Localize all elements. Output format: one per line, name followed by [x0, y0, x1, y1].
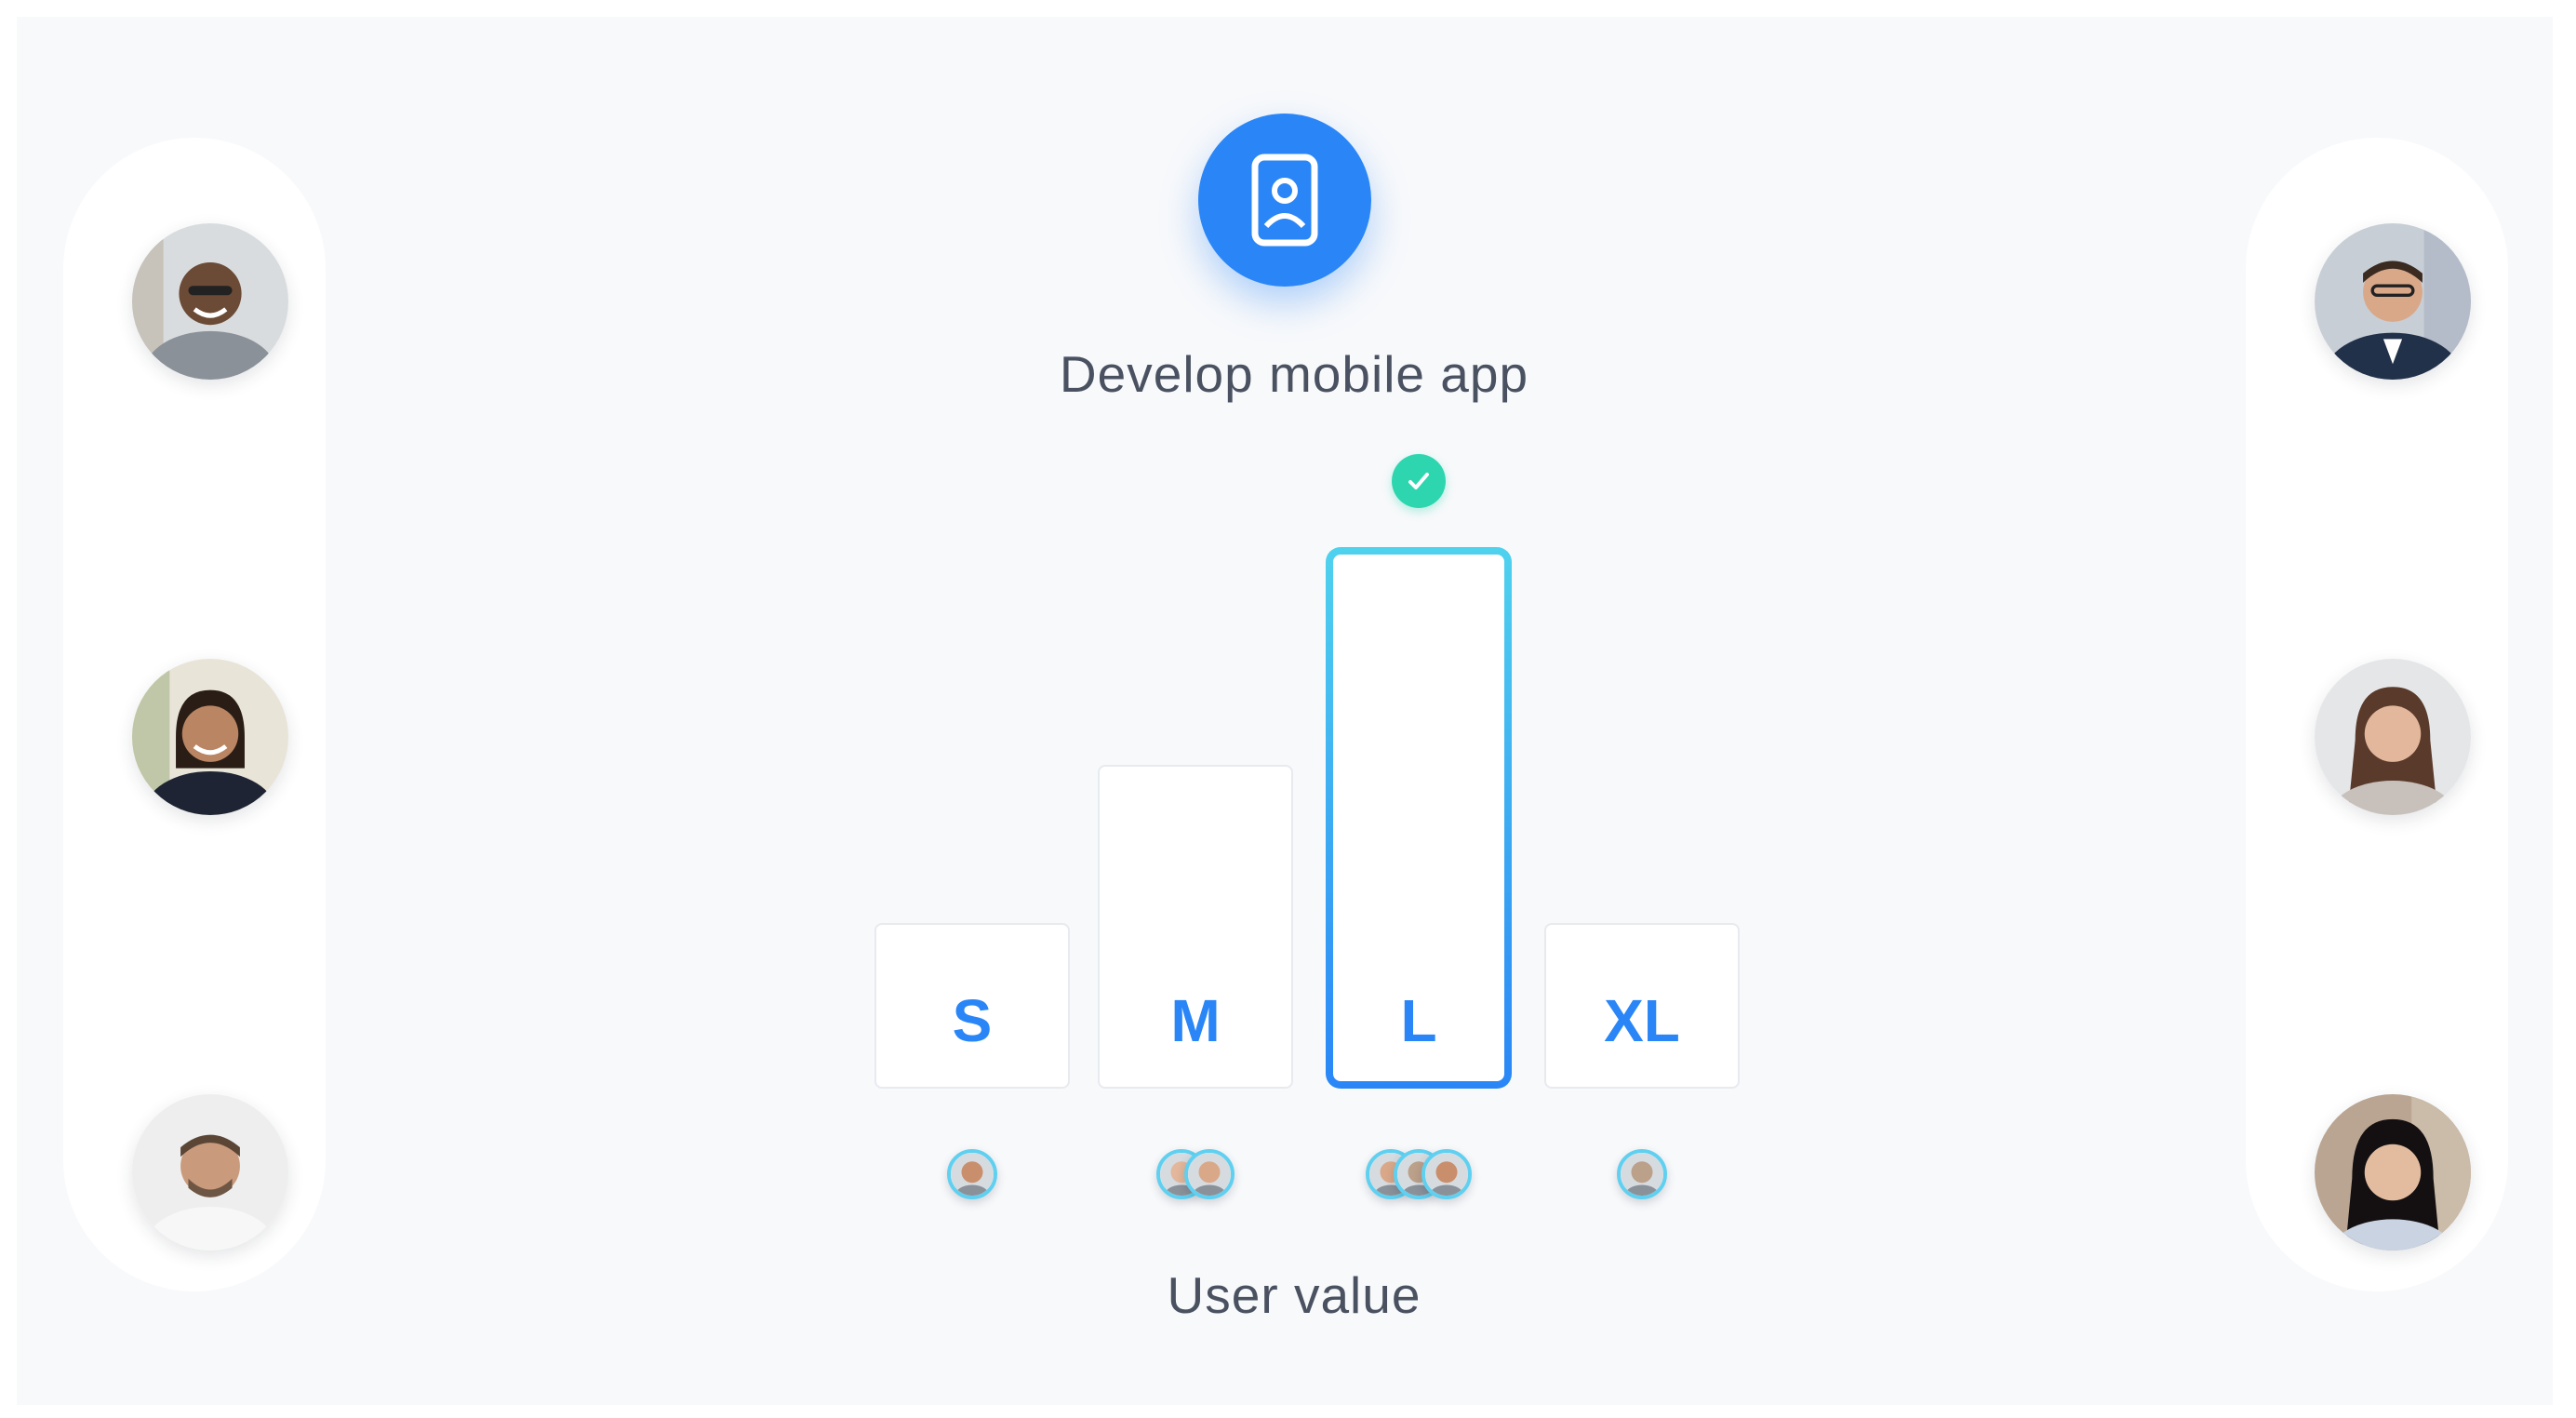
voter-avatar	[1617, 1149, 1667, 1199]
participant-avatar[interactable]	[2315, 1094, 2471, 1251]
estimate-label: M	[1170, 987, 1221, 1054]
participant-avatar[interactable]	[2315, 223, 2471, 380]
participant-avatar[interactable]	[132, 1094, 288, 1251]
voter-avatar	[947, 1149, 997, 1199]
selected-check-icon	[1392, 454, 1446, 508]
estimate-label: L	[1400, 987, 1437, 1054]
participant-avatar[interactable]	[132, 223, 288, 380]
estimate-label: S	[952, 987, 993, 1054]
task-title: Develop mobile app	[1059, 345, 1529, 403]
participant-avatar[interactable]	[2315, 659, 2471, 815]
x-axis-label: User value	[1167, 1266, 1421, 1324]
participant-avatar[interactable]	[132, 659, 288, 815]
voter-avatar	[1421, 1149, 1472, 1199]
mobile-phone-user-icon	[1198, 114, 1371, 287]
voter-avatar	[1184, 1149, 1235, 1199]
estimate-label: XL	[1604, 987, 1680, 1054]
